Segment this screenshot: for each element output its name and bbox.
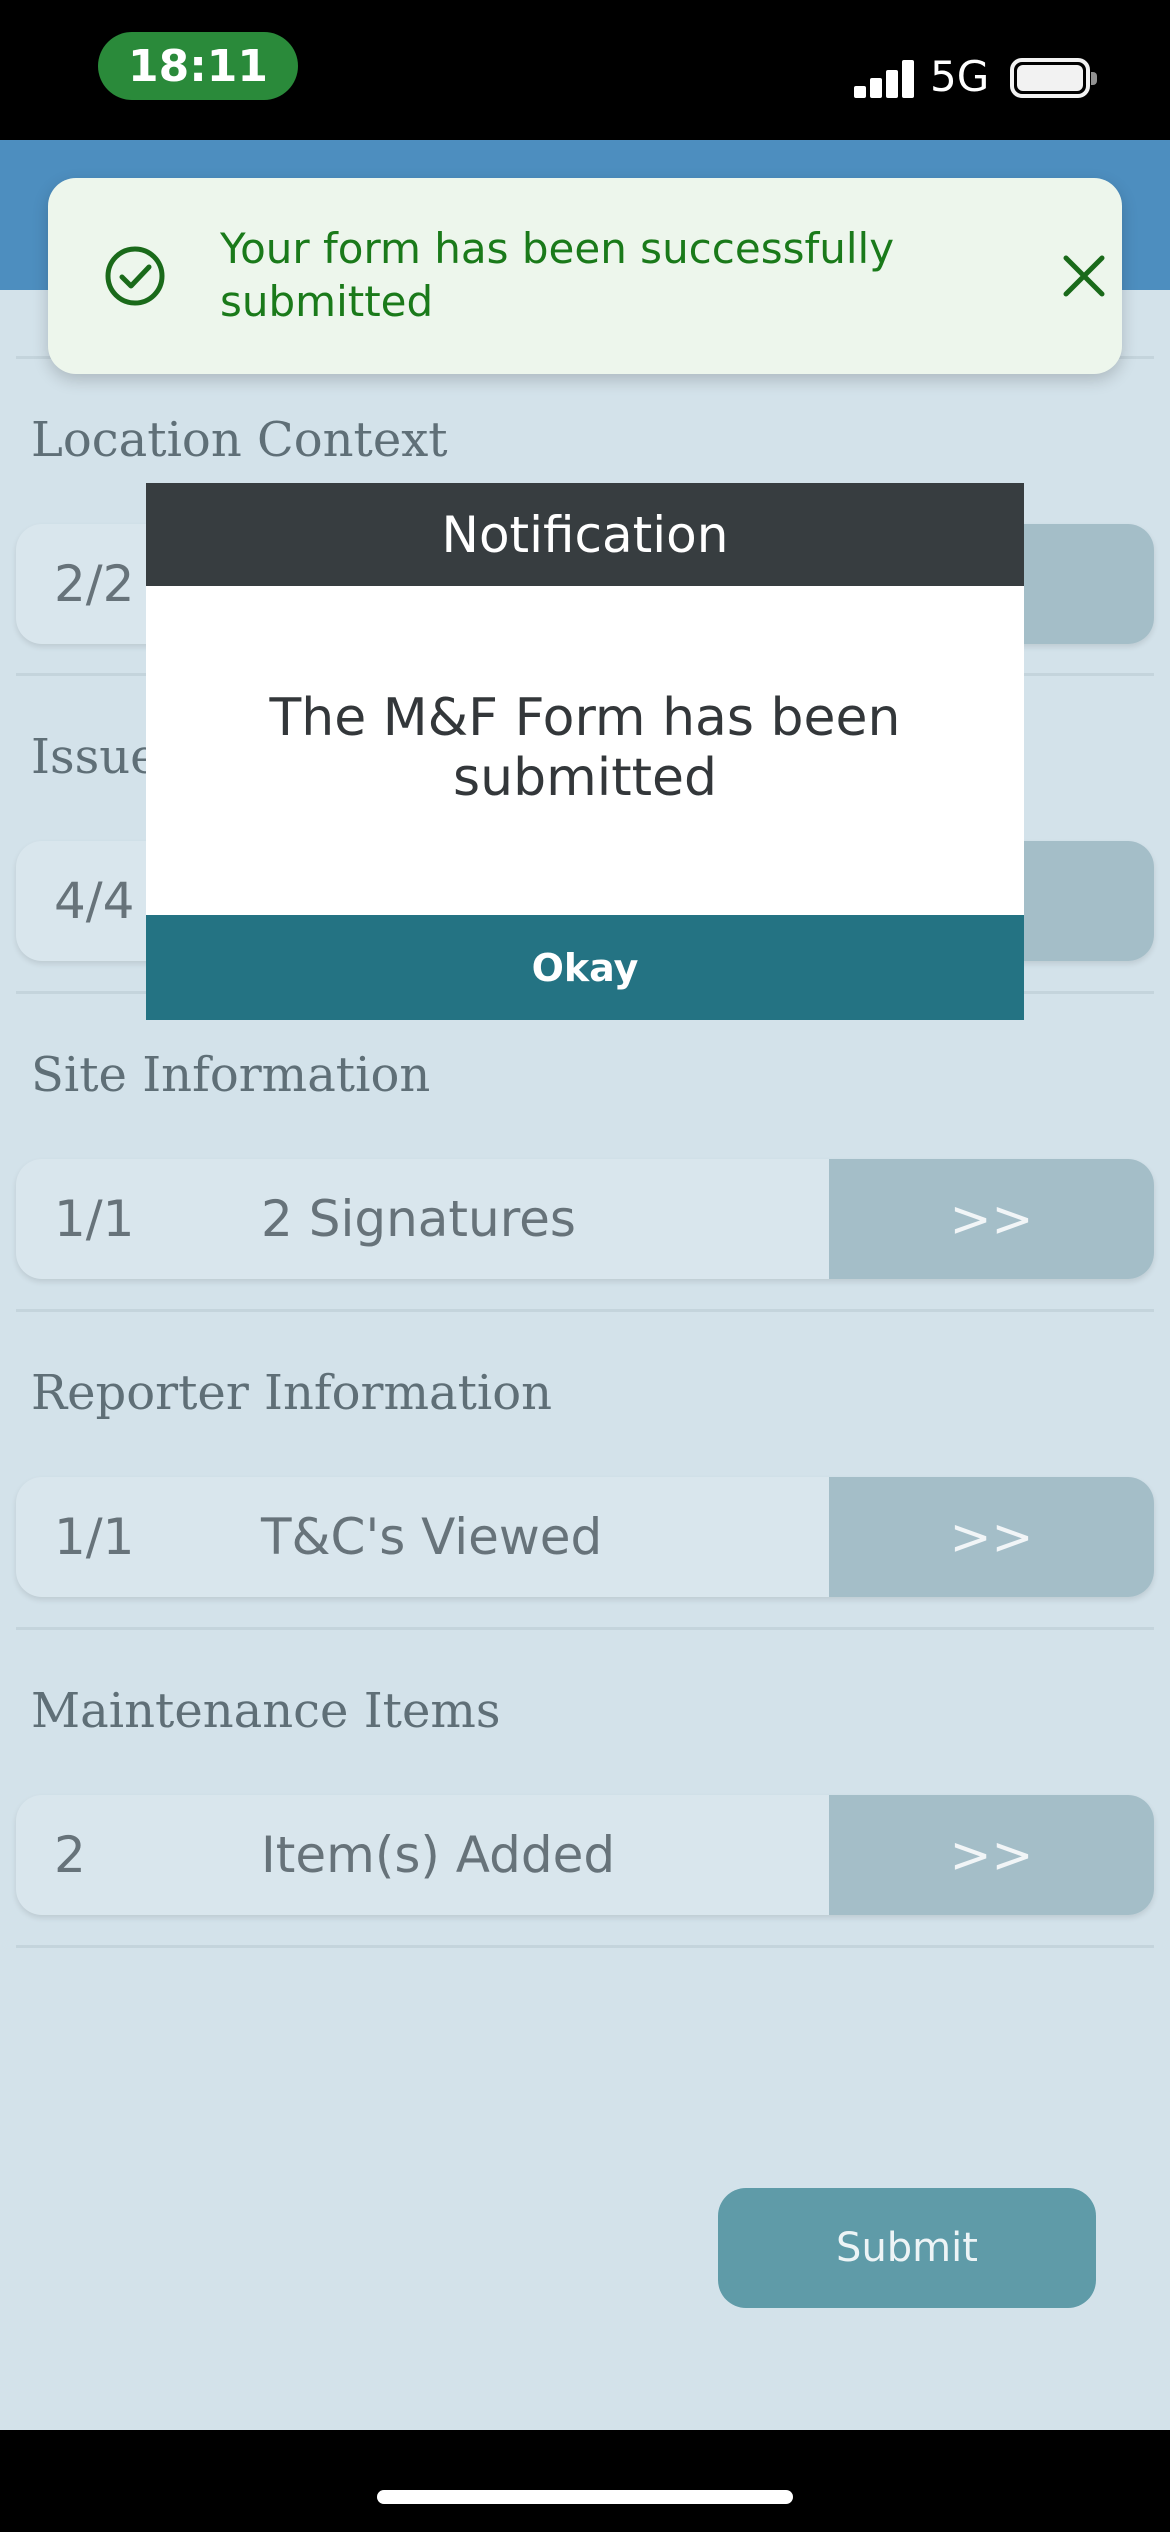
open-section-button[interactable]: >> [829, 1795, 1154, 1915]
row-count: 1/1 [54, 1190, 135, 1248]
success-toast: Your form has been successfully submitte… [48, 178, 1122, 374]
section-divider [16, 1945, 1154, 1948]
battery-icon [1010, 58, 1097, 98]
section-divider [16, 1627, 1154, 1630]
okay-button[interactable]: Okay [146, 915, 1024, 1020]
section-title: Site Information [31, 1047, 431, 1103]
row-count: 1/1 [54, 1508, 135, 1566]
row-count: 4/4 [54, 872, 135, 930]
notification-dialog: Notification The M&F Form has been submi… [146, 483, 1024, 1020]
open-section-button[interactable]: >> [829, 1477, 1154, 1597]
row-label: 2 Signatures [261, 1190, 576, 1248]
section-row[interactable]: 1/1 T&C's Viewed >> [16, 1477, 1154, 1597]
dialog-title: Notification [146, 483, 1024, 586]
close-icon[interactable] [1060, 252, 1108, 300]
row-count: 2 [54, 1826, 86, 1884]
status-bar: 18:11 5G [0, 0, 1170, 140]
phone-screen: 18:11 5G Location Context 2/2 Issue 4/4 … [0, 0, 1170, 2532]
section-row[interactable]: 2 Item(s) Added >> [16, 1795, 1154, 1915]
section-row[interactable]: 1/1 2 Signatures >> [16, 1159, 1154, 1279]
row-label: Item(s) Added [261, 1826, 616, 1884]
dialog-message: The M&F Form has been submitted [269, 688, 901, 808]
section-title: Location Context [31, 412, 448, 468]
status-time: 18:11 [98, 32, 298, 100]
section-title: Maintenance Items [31, 1683, 501, 1739]
toast-message: Your form has been successfully submitte… [220, 224, 895, 326]
row-label: T&C's Viewed [261, 1508, 603, 1566]
open-section-button[interactable]: >> [829, 1159, 1154, 1279]
home-indicator[interactable] [377, 2490, 793, 2504]
submit-button[interactable]: Submit [718, 2188, 1096, 2308]
network-type: 5G [930, 52, 990, 101]
section-title: Issue [31, 729, 159, 785]
row-count: 2/2 [54, 555, 135, 613]
section-divider [16, 1309, 1154, 1312]
check-circle-icon [105, 246, 165, 306]
section-title: Reporter Information [31, 1365, 553, 1421]
signal-icon [854, 58, 916, 98]
